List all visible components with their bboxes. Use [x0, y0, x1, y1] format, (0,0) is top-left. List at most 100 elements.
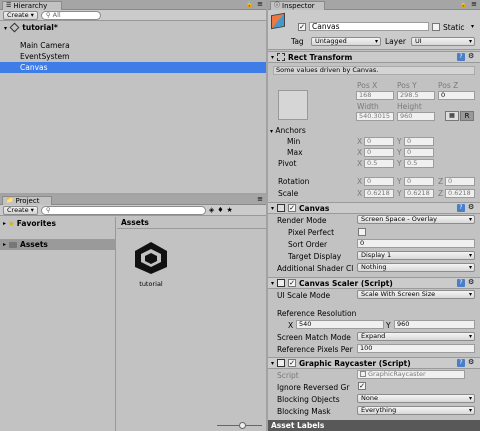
x-label: X: [288, 321, 294, 330]
blueprint-button[interactable]: ▦: [445, 111, 459, 121]
settings-icon[interactable]: ⚙: [468, 278, 474, 286]
lock-icon[interactable]: 🔒: [460, 1, 467, 8]
settings-icon[interactable]: ⚙: [468, 203, 474, 211]
min-x-field[interactable]: 0: [364, 137, 394, 146]
pos-x-field[interactable]: 168: [356, 91, 394, 100]
width-field[interactable]: 540.3015: [356, 112, 394, 121]
canvas-component-header[interactable]: ▾ ✓ Canvas: [268, 202, 480, 214]
expand-icon[interactable]: ▾: [271, 54, 274, 61]
anchors-row[interactable]: ▾ Anchors: [270, 126, 306, 135]
canvas-scaler-header[interactable]: ▾ ✓ Canvas Scaler (Script): [268, 277, 480, 289]
help-icon[interactable]: ?: [457, 204, 465, 212]
pos-y-value: 298.5: [400, 91, 419, 99]
max-y-field[interactable]: 0: [404, 148, 434, 157]
expand-icon[interactable]: ▾: [270, 128, 273, 135]
scene-expand-icon[interactable]: ▾: [4, 25, 7, 32]
create-button[interactable]: Create ▾: [3, 205, 38, 215]
raw-edit-button[interactable]: R: [460, 111, 474, 121]
graphic-raycaster-header[interactable]: ▾ ✓ Graphic Raycaster (Script): [268, 357, 480, 369]
expand-icon[interactable]: ▸: [3, 241, 6, 248]
x-label: X: [357, 148, 363, 157]
expand-icon[interactable]: ▸: [3, 220, 6, 227]
favorites-row[interactable]: ▸ ★ Favorites: [3, 219, 56, 228]
pivot-y-field[interactable]: 0.5: [404, 159, 434, 168]
blocking-objects-dropdown[interactable]: None: [357, 394, 475, 403]
ignore-reversed-checkbox[interactable]: ✓: [358, 382, 366, 390]
scale-z-field[interactable]: 0.6218: [445, 189, 475, 198]
create-button[interactable]: Create ▾: [3, 10, 38, 20]
rot-y-field[interactable]: 0: [404, 177, 434, 186]
rect-transform-header[interactable]: ▾ Rect Transform: [268, 51, 480, 63]
project-search-input[interactable]: ⚲: [40, 205, 206, 215]
height-field[interactable]: 960: [397, 112, 435, 121]
scale-x-field[interactable]: 0.6218: [364, 189, 394, 198]
min-x-value: 0: [367, 137, 372, 145]
help-icon[interactable]: ?: [457, 359, 465, 367]
scene-row[interactable]: ▾ tutorial*: [0, 22, 266, 33]
expand-icon[interactable]: ▾: [271, 360, 274, 367]
active-checkbox[interactable]: ✓: [298, 23, 306, 31]
shader-channels-dropdown[interactable]: Nothing: [357, 263, 475, 272]
sort-order-field[interactable]: 0: [357, 239, 475, 248]
pixel-perfect-checkbox[interactable]: [358, 228, 366, 236]
render-mode-dropdown[interactable]: Screen Space - Overlay: [357, 215, 475, 224]
help-icon[interactable]: ?: [457, 279, 465, 287]
enabled-checkbox[interactable]: ✓: [288, 359, 297, 367]
object-name-field[interactable]: Canvas: [309, 22, 429, 31]
chevron-down-icon[interactable]: ▾: [471, 23, 474, 30]
zoom-slider-handle[interactable]: [239, 422, 246, 429]
list-item[interactable]: Main Camera: [0, 40, 266, 51]
hierarchy-search-input[interactable]: ⚲ All: [40, 10, 101, 20]
tag-dropdown[interactable]: Untagged: [311, 37, 381, 46]
script-icon: [277, 359, 286, 367]
target-display-dropdown[interactable]: Display 1: [357, 251, 475, 260]
asset-tile[interactable]: tutorial: [128, 240, 174, 290]
min-y-field[interactable]: 0: [404, 137, 434, 146]
expand-icon[interactable]: ▾: [271, 280, 274, 287]
rot-x-field[interactable]: 0: [364, 177, 394, 186]
ref-res-y-field[interactable]: 960: [394, 320, 475, 329]
lock-icon[interactable]: 🔒: [246, 1, 253, 8]
enabled-checkbox[interactable]: ✓: [288, 279, 297, 287]
blocking-mask-dropdown[interactable]: Everything: [357, 406, 475, 415]
pos-y-field[interactable]: 298.5: [397, 91, 435, 100]
layer-dropdown[interactable]: UI: [411, 37, 475, 46]
tab-inspector[interactable]: ⓘ Inspector: [270, 1, 325, 10]
menu-icon[interactable]: ≡: [257, 195, 263, 203]
anchor-preset-button[interactable]: [278, 90, 308, 120]
enabled-checkbox[interactable]: ✓: [288, 204, 297, 212]
scale-z-value: 0.6218: [448, 189, 471, 197]
screen-match-mode-dropdown[interactable]: Expand: [357, 332, 475, 341]
help-icon[interactable]: ?: [457, 53, 465, 61]
pivot-x-field[interactable]: 0.5: [364, 159, 394, 168]
pos-z-field[interactable]: 0: [438, 91, 475, 100]
ui-scale-mode-dropdown[interactable]: Scale With Screen Size: [357, 290, 475, 299]
menu-icon[interactable]: ≡: [257, 0, 263, 8]
settings-icon[interactable]: ⚙: [468, 52, 474, 60]
list-item[interactable]: EventSystem: [0, 51, 266, 62]
asset-labels-bar[interactable]: Asset Labels: [268, 420, 480, 431]
info-icon: ⓘ: [274, 2, 281, 9]
filter-type-icon[interactable]: ◈: [209, 206, 214, 214]
settings-icon[interactable]: ⚙: [468, 358, 474, 366]
expand-icon[interactable]: ▾: [271, 205, 274, 212]
render-mode-value: Screen Space - Overlay: [361, 215, 437, 223]
tab-hierarchy[interactable]: ☰ Hierarchy: [2, 1, 62, 10]
assets-folder-row[interactable]: ▸ Assets: [0, 239, 115, 250]
reference-pixels-field[interactable]: 100: [357, 344, 475, 353]
star-icon[interactable]: ★: [227, 206, 233, 214]
rot-z-field[interactable]: 0: [445, 177, 475, 186]
ref-res-x-field[interactable]: 540: [296, 320, 384, 329]
tab-inspector-label: Inspector: [282, 2, 315, 10]
script-field[interactable]: GraphicRaycaster: [357, 370, 465, 379]
zoom-slider[interactable]: [217, 422, 262, 429]
tab-project[interactable]: 📁 Project: [2, 196, 52, 205]
menu-icon[interactable]: ≡: [471, 0, 477, 8]
list-item-selected[interactable]: Canvas: [0, 62, 266, 73]
y-label: Y: [397, 189, 402, 198]
filter-label-icon[interactable]: ♦: [217, 206, 223, 214]
assets-header: Assets: [117, 217, 266, 229]
static-checkbox[interactable]: [432, 23, 440, 31]
max-x-field[interactable]: 0: [364, 148, 394, 157]
scale-y-field[interactable]: 0.6218: [404, 189, 434, 198]
